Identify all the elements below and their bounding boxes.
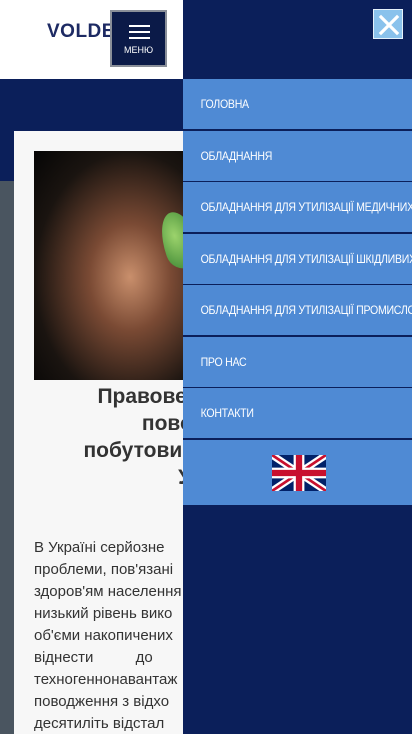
nav-item-home[interactable]: ГОЛОВНА	[183, 79, 412, 129]
menu-toggle-label: МЕНЮ	[123, 45, 154, 55]
language-switch[interactable]	[183, 439, 412, 505]
nav-item-hazardous-waste-equipment[interactable]: ОБЛАДНАННЯ ДЛЯ УТИЛІЗАЦІЇ ШКІДЛИВИХ ВІДХ…	[183, 233, 412, 284]
nav-drawer: ГОЛОВНА ОБЛАДНАННЯ ОБЛАДНАННЯ ДЛЯ УТИЛІЗ…	[183, 0, 412, 734]
hamburger-icon	[129, 25, 150, 39]
uk-flag-icon[interactable]	[272, 454, 326, 491]
nav-item-medical-waste-equipment[interactable]: ОБЛАДНАННЯ ДЛЯ УТИЛІЗАЦІЇ МЕДИЧНИХ ВІДХО…	[183, 182, 412, 232]
nav-item-about[interactable]: ПРО НАС	[183, 336, 412, 387]
nav-item-label: ПРО НАС	[200, 354, 247, 369]
close-menu-button[interactable]	[373, 9, 403, 39]
nav-item-equipment[interactable]: ОБЛАДНАННЯ	[183, 130, 412, 181]
article-image	[34, 151, 194, 380]
nav-item-label: ОБЛАДНАННЯ ДЛЯ УТИЛІЗАЦІЇ ШКІДЛИВИХ ВІДХ…	[200, 251, 412, 266]
nav-item-label: ОБЛАДНАННЯ	[200, 148, 273, 163]
close-icon	[378, 14, 400, 36]
nav-item-label: ОБЛАДНАННЯ ДЛЯ УТИЛІЗАЦІЇ ПРОМИСЛОВИХ ВІ…	[200, 303, 412, 317]
nav-item-label: КОНТАКТИ	[200, 406, 254, 420]
nav-item-label: ОБЛАДНАННЯ ДЛЯ УТИЛІЗАЦІЇ МЕДИЧНИХ ВІДХО…	[200, 200, 412, 214]
nav-item-label: ГОЛОВНА	[200, 97, 249, 111]
main-nav: ГОЛОВНА ОБЛАДНАННЯ ОБЛАДНАННЯ ДЛЯ УТИЛІЗ…	[183, 79, 412, 505]
menu-toggle-button[interactable]: МЕНЮ	[110, 10, 167, 67]
nav-item-industrial-waste-equipment[interactable]: ОБЛАДНАННЯ ДЛЯ УТИЛІЗАЦІЇ ПРОМИСЛОВИХ ВІ…	[183, 285, 412, 335]
nav-item-contacts[interactable]: КОНТАКТИ	[183, 388, 412, 438]
